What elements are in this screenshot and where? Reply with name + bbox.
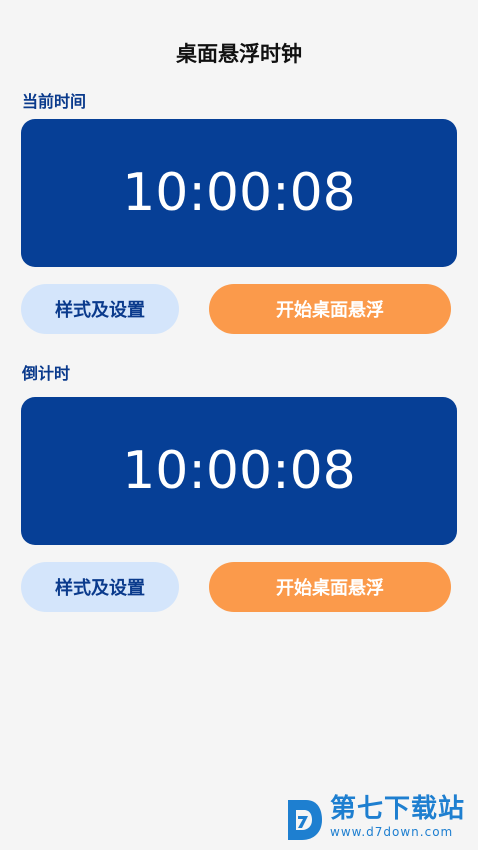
countdown-display: 10:00:08 [122, 441, 356, 501]
current-time-display: 10:00:08 [122, 163, 356, 223]
current-time-label: 当前时间 [22, 92, 87, 111]
watermark: 第七下载站 www.d7down.com [284, 796, 465, 844]
current-time-style-settings-button[interactable]: 样式及设置 [21, 284, 179, 334]
countdown-label: 倒计时 [22, 364, 71, 383]
current-time-card: 10:00:08 [21, 119, 457, 267]
countdown-style-settings-button[interactable]: 样式及设置 [21, 562, 179, 612]
watermark-url: www.d7down.com [330, 825, 454, 839]
countdown-start-float-button[interactable]: 开始桌面悬浮 [209, 562, 451, 612]
countdown-card[interactable]: 10:00:08 [21, 397, 457, 545]
page-title: 桌面悬浮时钟 [176, 42, 302, 66]
d7-logo-icon [288, 800, 322, 840]
app-screen: 桌面悬浮时钟 当前时间 10:00:08 样式及设置 开始桌面悬浮 倒计时 10… [0, 0, 478, 850]
watermark-name: 第七下载站 [330, 794, 466, 824]
current-time-start-float-button[interactable]: 开始桌面悬浮 [209, 284, 451, 334]
